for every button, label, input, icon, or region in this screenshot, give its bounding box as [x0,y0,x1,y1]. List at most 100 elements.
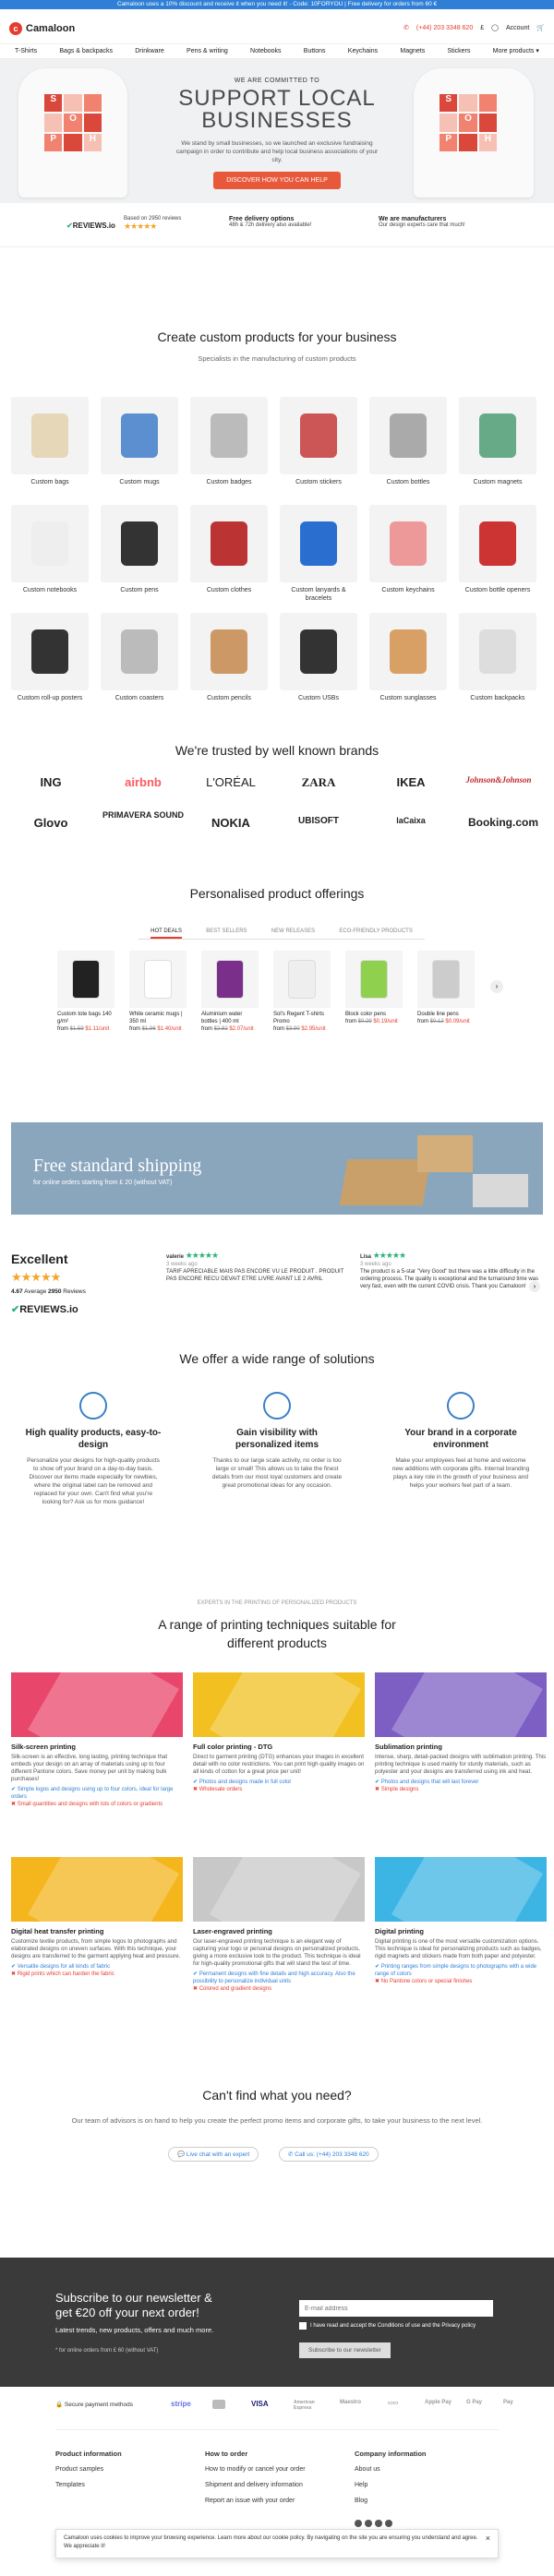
linkedin-icon[interactable] [385,2520,392,2527]
cart-icon[interactable]: 🛒 [536,24,545,31]
category-card[interactable]: Custom mugs [101,397,178,486]
technique-card[interactable]: Digital printing Digital printing is one … [375,1857,547,1985]
product-card[interactable]: Block color pens from $0.29 $0.19/unit [345,951,403,1025]
pinterest-icon[interactable] [375,2520,382,2527]
carousel-next-icon[interactable]: › [490,980,503,993]
newsletter-email-input[interactable] [299,2300,493,2317]
category-image [369,397,447,474]
consent-checkbox[interactable] [299,2322,307,2330]
nav-item-notebooks[interactable]: Notebooks [250,44,281,58]
technique-title: Digital heat transfer printing [11,1927,104,1935]
category-label: Custom bottles [386,479,430,485]
category-card[interactable]: Custom bags [11,397,89,486]
footer-link[interactable]: Product samples [55,2462,122,2477]
nav-item-buttons[interactable]: Buttons [304,44,326,58]
product-card[interactable]: Sol's Regent T-shirts Promo from $3.90 $2… [273,951,331,1033]
review-text: TARIF APRECIABLE MAIS PAS ENCORE VU LE P… [166,1269,344,1282]
category-label: Custom lanyards & bracelets [291,587,346,602]
shipping-banner[interactable]: Free standard shipping for online orders… [11,1122,543,1215]
technique-card[interactable]: Sublimation printing Intense, sharp, deta… [375,1672,547,1793]
instagram-icon[interactable] [365,2520,372,2527]
footer-link[interactable]: Blog [355,2493,427,2509]
user-icon[interactable]: ◯ [491,24,499,31]
hero-content: WE ARE COMMITTED TO SUPPORT LOCAL BUSINE… [138,78,416,189]
category-card[interactable]: Custom sunglasses [369,613,447,702]
nav-item-stickers[interactable]: Stickers [447,44,470,58]
reviews-score: 4.67 [11,1288,23,1295]
currency-selector[interactable]: £ [480,25,484,31]
footer-link[interactable]: How to modify or cancel your order [205,2462,306,2477]
technique-text: Silk-screen is an effective, long lastin… [11,1754,168,1782]
call-button[interactable]: ✆ Call us: (+44) 203 3348 620 [279,2147,379,2162]
tab-best-sellers[interactable]: BEST SELLERS [206,929,247,939]
category-card[interactable]: Custom roll-up posters [11,613,89,702]
category-card[interactable]: Custom notebooks [11,505,89,594]
nav-item-magnets[interactable]: Magnets [400,44,425,58]
close-icon[interactable]: × [486,2534,490,2543]
tab-hot-deals[interactable]: HOT DEALS [151,929,183,939]
product-card[interactable]: Custom tote bags 140 g/m² from $1.59 $1.1… [57,951,114,1033]
category-card[interactable]: Custom keychains [369,505,447,594]
secure-label: Secure payment methods [64,2402,133,2408]
product-card[interactable]: White ceramic mugs | 350 ml from $1.96 $1… [129,951,187,1033]
product-card[interactable]: Double line pens from $0.12 $0.09/unit [417,951,475,1025]
category-card[interactable]: Custom bottles [369,397,447,486]
live-chat-button[interactable]: 💬 Live chat with an expert [168,2147,259,2162]
footer-link[interactable]: Report an issue with your order [205,2493,306,2509]
price-from: from [417,1019,428,1024]
category-card[interactable]: Custom bottle openers [459,505,536,594]
technique-pro-text: Photos and designs that will last foreve… [380,1779,479,1785]
delivery-note: 48h & 72h delivery also available! [229,222,312,228]
logo[interactable]: c Camaloon [9,22,75,35]
tab-eco-friendly[interactable]: ECO-FRIENDLY PRODUCTS [339,929,412,939]
brand-logo: laCaixa [396,816,426,825]
brand-logo: Glovo [33,816,68,830]
category-label: Custom mugs [119,479,160,485]
category-card[interactable]: Custom backpacks [459,613,536,702]
technique-card[interactable]: Digital heat transfer printing Customize … [11,1857,183,1978]
footer-link[interactable]: Templates [55,2477,122,2493]
tab-new-releases[interactable]: NEW RELEASES [271,929,315,939]
technique-pro: ✔ Permanent designs with fine details an… [193,1971,355,1984]
category-card[interactable]: Custom USBs [280,613,357,702]
technique-title: Silk-screen printing [11,1743,77,1751]
reviews-next-icon[interactable]: › [529,1281,540,1292]
payment-logo [212,2400,225,2411]
footer-link[interactable]: About us [355,2462,427,2477]
reviews-logo[interactable]: ✔REVIEWS.io [66,222,115,230]
cookie-banner: Camaloon uses cookies to improve your br… [55,2529,499,2558]
subscribe-button[interactable]: Subscribe to our newsletter [299,2342,391,2358]
category-card[interactable]: Custom lanyards & bracelets [280,505,357,603]
category-card[interactable]: Custom clothes [190,505,268,594]
technique-card[interactable]: Full color printing - DTG Direct to garme… [193,1672,365,1793]
reviews-logo-bottom[interactable]: ✔REVIEWS.io [11,1303,78,1315]
review-time: 3 weeks ago [166,1262,198,1267]
product-card[interactable]: Aluminium water bottles | 400 ml from $2.… [201,951,259,1033]
nav-item-bags[interactable]: Bags & backpacks [59,44,113,58]
quality-icon [79,1392,107,1420]
nav-item-drinkware[interactable]: Drinkware [135,44,164,58]
nav-item-pens[interactable]: Pens & writing [187,44,228,58]
category-card[interactable]: Custom pencils [190,613,268,702]
nav-item-more[interactable]: More products ▾ [493,44,539,58]
promo-topbar[interactable]: Camaloon uses a 10% discount and receive… [0,0,554,9]
category-card[interactable]: Custom badges [190,397,268,486]
technique-card[interactable]: Silk-screen printing Silk-screen is an ef… [11,1672,183,1808]
hero-cta-button[interactable]: DISCOVER HOW YOU CAN HELP [213,172,341,189]
header-phone[interactable]: (+44) 203 3348 620 [416,25,473,31]
cc-icon [212,2400,225,2409]
category-card[interactable]: Custom magnets [459,397,536,486]
facebook-icon[interactable] [355,2520,362,2527]
footer-link[interactable]: Shipment and delivery information [205,2477,306,2493]
nav-item-tshirts[interactable]: T-Shirts [15,44,37,58]
nav-item-keychains[interactable]: Keychains [348,44,378,58]
trust-bar: ✔REVIEWS.io Based on 2950 reviews ★★★★★ … [0,210,554,247]
category-card[interactable]: Custom stickers [280,397,357,486]
category-card[interactable]: Custom pens [101,505,178,594]
footer-link[interactable]: Help [355,2477,427,2493]
price-new: $0.09/unit [445,1019,470,1024]
technique-card[interactable]: Laser-engraved printing Our laser-engrave… [193,1857,365,1993]
account-link[interactable]: Account [506,25,529,31]
hero-banner[interactable]: S O P H WE ARE COMMITTED TO SUPPORT LOCAL… [0,59,554,203]
category-card[interactable]: Custom coasters [101,613,178,702]
